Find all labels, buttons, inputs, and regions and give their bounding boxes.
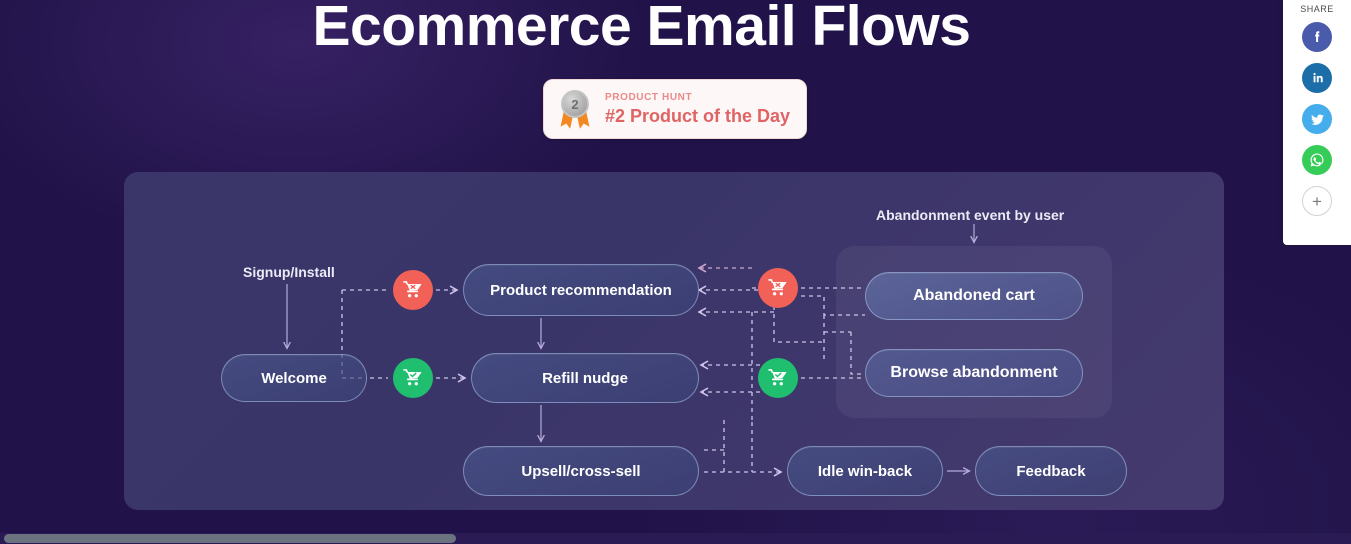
facebook-icon <box>1309 29 1325 45</box>
node-welcome[interactable]: Welcome <box>221 354 367 402</box>
horizontal-scrollbar-thumb[interactable] <box>4 534 456 543</box>
node-refill-nudge[interactable]: Refill nudge <box>471 353 699 403</box>
abandoned-cart-icon <box>758 268 798 308</box>
twitter-icon <box>1309 111 1326 128</box>
node-idle-win-back-label: Idle win-back <box>817 462 913 480</box>
share-twitter-button[interactable] <box>1302 104 1332 134</box>
node-feedback-label: Feedback <box>1016 462 1086 480</box>
completed-cart-icon <box>393 358 433 398</box>
node-abandoned-cart-label: Abandoned cart <box>913 287 1035 304</box>
share-facebook-button[interactable] <box>1302 22 1332 52</box>
node-refill-nudge-label: Refill nudge <box>542 369 628 387</box>
horizontal-scrollbar-track[interactable] <box>0 533 1351 544</box>
node-feedback[interactable]: Feedback <box>975 446 1127 496</box>
share-label: SHARE <box>1300 4 1334 14</box>
medal-rank-label: 2 <box>561 90 589 118</box>
node-idle-win-back[interactable]: Idle win-back <box>787 446 943 496</box>
cart-x-glyph <box>768 279 787 296</box>
whatsapp-icon <box>1308 151 1326 169</box>
product-hunt-kicker: PRODUCT HUNT <box>605 91 693 103</box>
label-abandonment-event: Abandonment event by user <box>876 207 1065 223</box>
product-hunt-badge[interactable]: 2 PRODUCT HUNT #2 Product of the Day <box>543 79 807 139</box>
node-product-recommendation[interactable]: Product recommendation <box>463 264 699 316</box>
node-welcome-label: Welcome <box>261 369 327 387</box>
cart-x-glyph <box>403 281 422 298</box>
node-abandoned-cart[interactable]: Abandoned cart <box>865 272 1083 320</box>
share-more-button[interactable]: + <box>1302 186 1332 216</box>
plus-icon: + <box>1312 191 1322 211</box>
flow-diagram: Signup/Install Abandonment event by user… <box>124 172 1224 510</box>
node-browse-abandonment-label: Browse abandonment <box>890 364 1058 381</box>
page-title: Ecommerce Email Flows <box>312 0 971 58</box>
node-product-recommendation-label: Product recommendation <box>490 281 672 299</box>
node-browse-abandonment[interactable]: Browse abandonment <box>865 349 1083 397</box>
node-upsell-cross-sell[interactable]: Upsell/cross-sell <box>463 446 699 496</box>
cart-check-glyph <box>768 369 787 386</box>
cart-check-glyph <box>403 369 422 386</box>
completed-cart-icon <box>758 358 798 398</box>
linkedin-icon <box>1309 70 1325 86</box>
node-upsell-cross-sell-label: Upsell/cross-sell <box>521 462 641 480</box>
label-signup-install: Signup/Install <box>243 264 335 280</box>
abandoned-cart-icon <box>393 270 433 310</box>
medal-icon: 2 <box>556 89 594 129</box>
share-linkedin-button[interactable] <box>1302 63 1332 93</box>
share-rail: SHARE + <box>1283 0 1351 245</box>
share-whatsapp-button[interactable] <box>1302 145 1332 175</box>
product-hunt-headline: #2 Product of the Day <box>605 105 791 126</box>
